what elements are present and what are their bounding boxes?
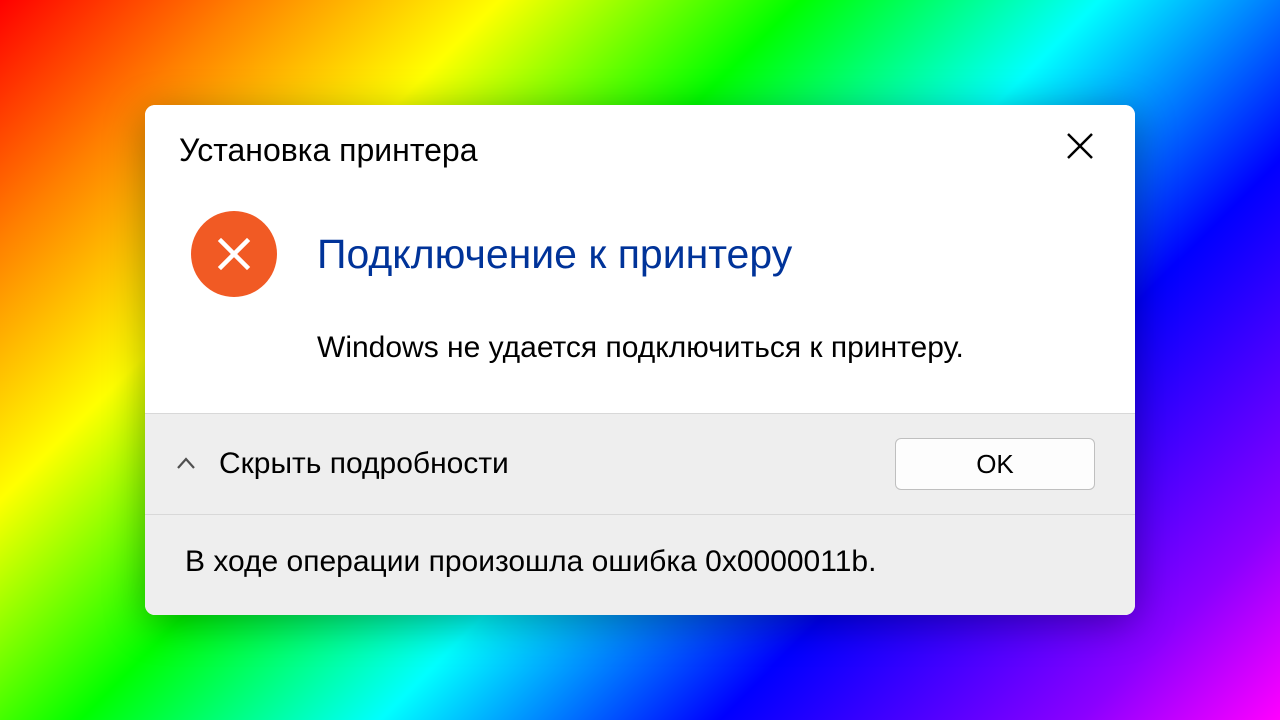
details-toggle[interactable]: Скрыть подробности — [173, 447, 509, 481]
dialog-title: Установка принтера — [179, 132, 478, 169]
details-panel: В ходе операции произошла ошибка 0x00000… — [145, 514, 1135, 615]
error-icon — [191, 211, 277, 297]
close-button[interactable] — [1053, 119, 1107, 173]
dialog-actions: Скрыть подробности OK — [145, 413, 1135, 514]
chevron-up-icon — [173, 451, 199, 477]
ok-button[interactable]: OK — [895, 438, 1095, 490]
content-header-row: Подключение к принтеру — [191, 211, 1095, 297]
dialog-content: Подключение к принтеру Windows не удаетс… — [145, 183, 1135, 413]
close-icon — [1064, 130, 1096, 162]
dialog-heading: Подключение к принтеру — [317, 231, 792, 278]
details-text: В ходе операции произошла ошибка 0x00000… — [185, 545, 876, 578]
titlebar: Установка принтера — [145, 105, 1135, 183]
error-dialog: Установка принтера Подключение к принтер… — [145, 105, 1135, 615]
dialog-body-text: Windows не удается подключиться к принте… — [317, 327, 1095, 369]
details-toggle-label: Скрыть подробности — [219, 447, 509, 481]
